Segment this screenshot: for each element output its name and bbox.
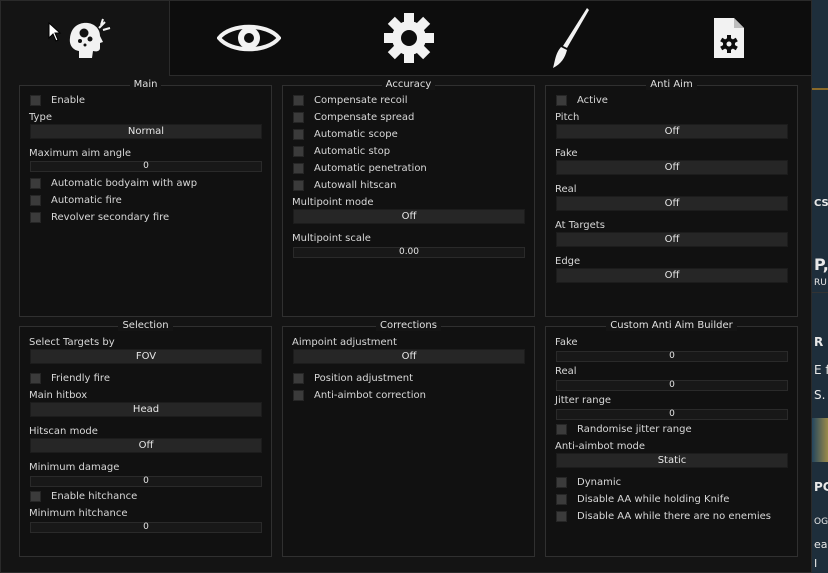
aimpoint-adjustment-dropdown[interactable]: Off bbox=[293, 349, 525, 364]
background-page: CS P, RU R E f S. PC OG ear I bbox=[812, 0, 828, 573]
builder-fake-slider[interactable]: 0 bbox=[556, 351, 788, 362]
randomise-jitter-checkbox[interactable]: Randomise jitter range bbox=[556, 424, 692, 435]
jitter-range-label: Jitter range bbox=[555, 395, 612, 406]
bg-divider bbox=[812, 292, 828, 293]
jitter-range-slider[interactable]: 0 bbox=[556, 409, 788, 420]
bg-text: E f bbox=[814, 363, 828, 377]
pitch-label: Pitch bbox=[555, 112, 580, 123]
at-targets-dropdown[interactable]: Off bbox=[556, 232, 788, 247]
multipoint-mode-dropdown[interactable]: Off bbox=[293, 209, 525, 224]
edge-label: Edge bbox=[555, 256, 581, 267]
fake-dropdown[interactable]: Off bbox=[556, 160, 788, 175]
friendly-fire-checkbox[interactable]: Friendly fire bbox=[30, 373, 110, 384]
panel-anti-aim: Anti Aim Active Pitch Off Fake Off Real … bbox=[545, 79, 798, 317]
multipoint-scale-slider[interactable]: 0.00 bbox=[293, 247, 525, 258]
compensate-spread-checkbox[interactable]: Compensate spread bbox=[293, 112, 414, 123]
eye-icon bbox=[217, 24, 281, 52]
active-checkbox[interactable]: Active bbox=[556, 95, 608, 106]
mouse-cursor-icon bbox=[48, 21, 62, 45]
at-targets-label: At Targets bbox=[555, 220, 605, 231]
panel-title: Accuracy bbox=[381, 79, 436, 90]
bg-text: OG bbox=[814, 517, 828, 527]
main-hitbox-dropdown[interactable]: Head bbox=[30, 402, 262, 417]
brain-head-icon bbox=[69, 18, 111, 58]
panel-accuracy: Accuracy Compensate recoil Compensate sp… bbox=[282, 79, 535, 317]
cheat-menu-window: Main Enable Type Normal Maximum aim angl… bbox=[0, 0, 812, 573]
config-file-icon bbox=[714, 18, 744, 58]
select-targets-dropdown[interactable]: FOV bbox=[30, 349, 262, 364]
bg-text: I bbox=[814, 557, 818, 570]
panel-title: Main bbox=[129, 79, 162, 90]
enable-checkbox[interactable]: Enable bbox=[30, 95, 85, 106]
tab-visuals[interactable] bbox=[169, 1, 329, 75]
automatic-stop-checkbox[interactable]: Automatic stop bbox=[293, 146, 390, 157]
tab-config[interactable] bbox=[649, 1, 809, 75]
builder-fake-label: Fake bbox=[555, 337, 578, 348]
pitch-dropdown[interactable]: Off bbox=[556, 124, 788, 139]
bg-text: S. bbox=[814, 388, 826, 402]
bg-text: RU bbox=[814, 278, 827, 288]
compensate-recoil-checkbox[interactable]: Compensate recoil bbox=[293, 95, 408, 106]
bg-text: CS bbox=[814, 198, 828, 209]
tab-bar bbox=[1, 1, 811, 76]
aimpoint-adjustment-label: Aimpoint adjustment bbox=[292, 337, 397, 348]
paintbrush-icon bbox=[553, 8, 589, 68]
bg-thumbnail bbox=[812, 418, 828, 462]
minimum-hitchance-slider[interactable]: 0 bbox=[30, 522, 262, 533]
panel-title: Anti Aim bbox=[646, 79, 697, 90]
panel-custom-aa-builder: Custom Anti Aim Builder Fake 0 Real 0 Ji… bbox=[545, 320, 798, 557]
tab-ragebot[interactable] bbox=[1, 1, 170, 76]
panel-title: Corrections bbox=[376, 320, 441, 331]
hitscan-mode-label: Hitscan mode bbox=[29, 426, 98, 437]
disable-aa-no-enemies-checkbox[interactable]: Disable AA while there are no enemies bbox=[556, 511, 771, 522]
builder-real-slider[interactable]: 0 bbox=[556, 380, 788, 391]
minimum-damage-slider[interactable]: 0 bbox=[30, 476, 262, 487]
type-label: Type bbox=[29, 112, 52, 123]
enable-hitchance-checkbox[interactable]: Enable hitchance bbox=[30, 491, 137, 502]
gear-icon bbox=[384, 13, 434, 63]
panel-selection: Selection Select Targets by FOV Friendly… bbox=[19, 320, 272, 557]
anti-aimbot-mode-label: Anti-aimbot mode bbox=[555, 441, 646, 452]
main-hitbox-label: Main hitbox bbox=[29, 390, 88, 401]
anti-aimbot-correction-checkbox[interactable]: Anti-aimbot correction bbox=[293, 390, 426, 401]
edge-dropdown[interactable]: Off bbox=[556, 268, 788, 283]
builder-real-label: Real bbox=[555, 366, 577, 377]
disable-aa-knife-checkbox[interactable]: Disable AA while holding Knife bbox=[556, 494, 729, 505]
fake-label: Fake bbox=[555, 148, 578, 159]
bg-text: ear bbox=[814, 538, 828, 551]
panel-corrections: Corrections Aimpoint adjustment Off Posi… bbox=[282, 320, 535, 557]
real-dropdown[interactable]: Off bbox=[556, 196, 788, 211]
max-aim-angle-label: Maximum aim angle bbox=[29, 148, 132, 159]
bg-text: P, bbox=[814, 255, 828, 274]
real-label: Real bbox=[555, 184, 577, 195]
hitscan-mode-dropdown[interactable]: Off bbox=[30, 438, 262, 453]
type-dropdown[interactable]: Normal bbox=[30, 124, 262, 139]
multipoint-scale-label: Multipoint scale bbox=[292, 233, 371, 244]
automatic-penetration-checkbox[interactable]: Automatic penetration bbox=[293, 163, 427, 174]
tab-skins[interactable] bbox=[489, 1, 649, 75]
automatic-scope-checkbox[interactable]: Automatic scope bbox=[293, 129, 398, 140]
autowall-hitscan-checkbox[interactable]: Autowall hitscan bbox=[293, 180, 396, 191]
max-aim-angle-slider[interactable]: 0 bbox=[30, 161, 262, 172]
panel-main: Main Enable Type Normal Maximum aim angl… bbox=[19, 79, 272, 317]
position-adjustment-checkbox[interactable]: Position adjustment bbox=[293, 373, 413, 384]
panel-title: Custom Anti Aim Builder bbox=[606, 320, 737, 331]
dynamic-checkbox[interactable]: Dynamic bbox=[556, 477, 621, 488]
tab-misc[interactable] bbox=[329, 1, 489, 75]
minimum-damage-label: Minimum damage bbox=[29, 462, 120, 473]
auto-fire-checkbox[interactable]: Automatic fire bbox=[30, 195, 122, 206]
bg-text: PC bbox=[814, 480, 828, 494]
bg-accent-line bbox=[812, 88, 828, 90]
bg-text: R bbox=[814, 335, 824, 349]
select-targets-label: Select Targets by bbox=[29, 337, 115, 348]
anti-aimbot-mode-dropdown[interactable]: Static bbox=[556, 453, 788, 468]
minimum-hitchance-label: Minimum hitchance bbox=[29, 508, 128, 519]
panel-title: Selection bbox=[118, 320, 173, 331]
bodyaim-awp-checkbox[interactable]: Automatic bodyaim with awp bbox=[30, 178, 197, 189]
multipoint-mode-label: Multipoint mode bbox=[292, 197, 374, 208]
revolver-checkbox[interactable]: Revolver secondary fire bbox=[30, 212, 169, 223]
